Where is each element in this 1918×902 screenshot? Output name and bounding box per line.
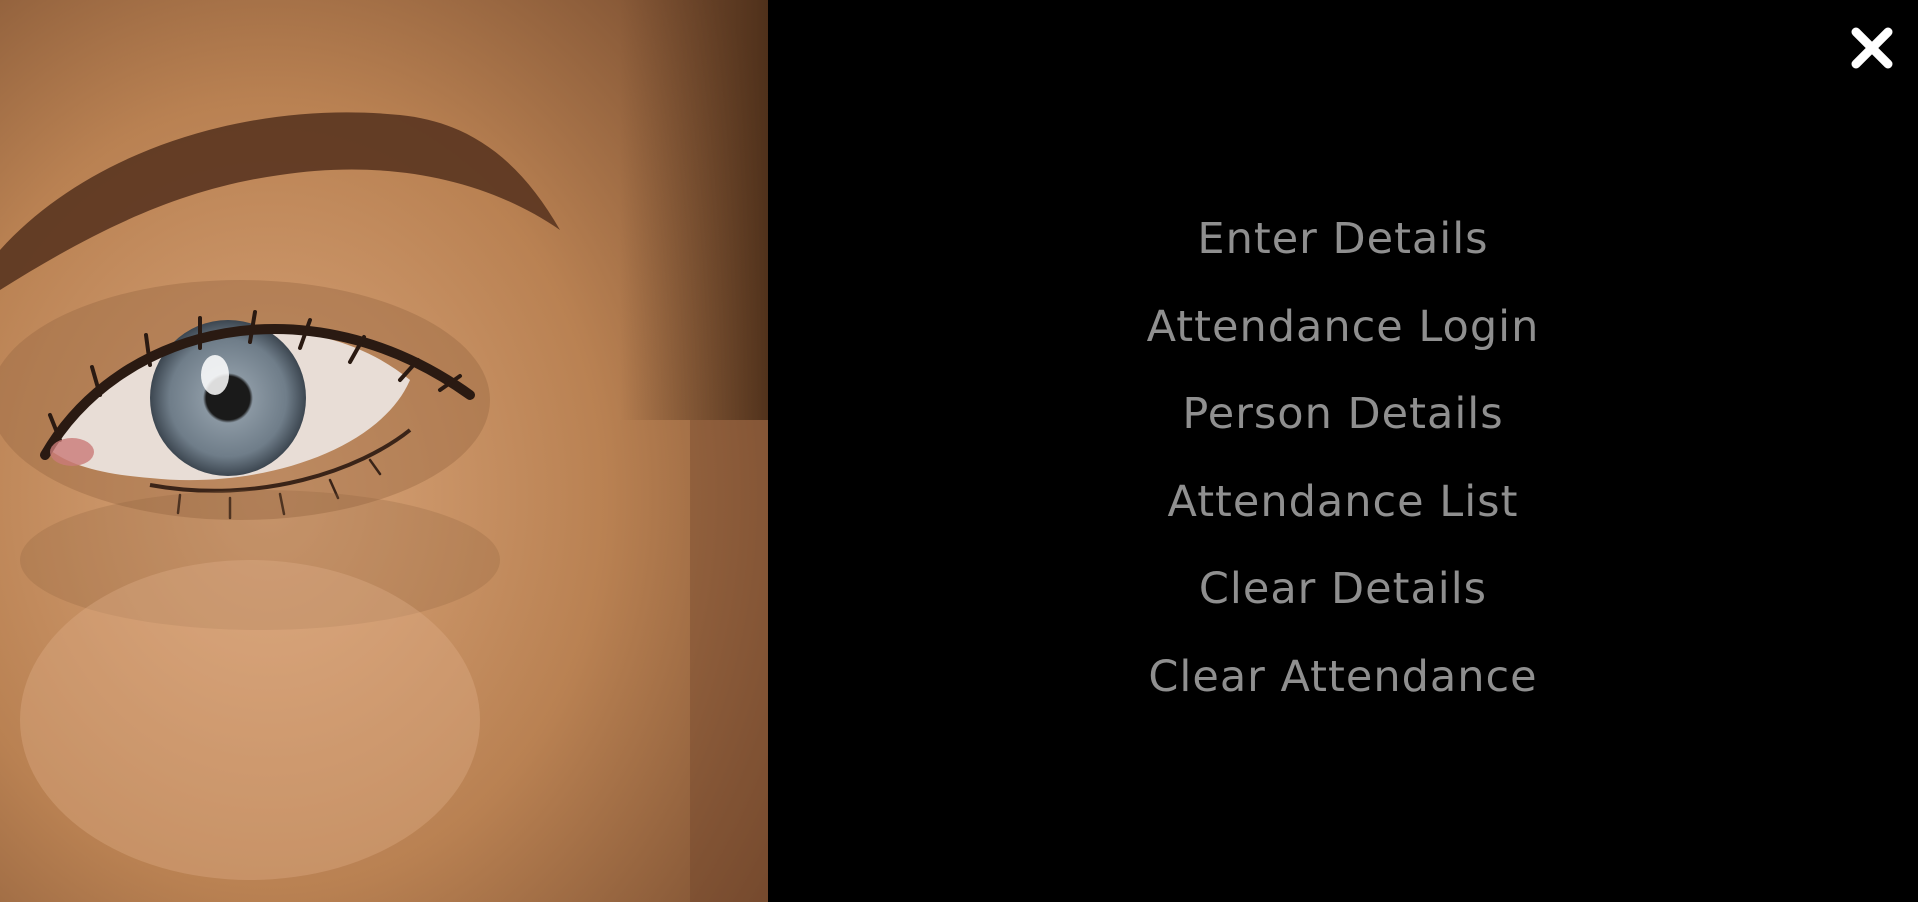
page: Enter Details Attendance Login Person De… [0,0,1918,902]
menu-item-enter-details[interactable]: Enter Details [768,196,1918,284]
hero-image [0,0,768,902]
close-button[interactable] [1848,24,1896,72]
close-icon[interactable] [1848,24,1896,72]
eye-photo [0,0,768,902]
menu-item-clear-attendance[interactable]: Clear Attendance [768,634,1918,722]
menu-item-attendance-list[interactable]: Attendance List [768,459,1918,547]
menu-item-person-details[interactable]: Person Details [768,371,1918,459]
menu-item-attendance-login[interactable]: Attendance Login [768,284,1918,372]
menu-item-clear-details[interactable]: Clear Details [768,546,1918,634]
overlay-menu-panel: Enter Details Attendance Login Person De… [768,0,1918,902]
nav-menu: Enter Details Attendance Login Person De… [768,196,1918,721]
